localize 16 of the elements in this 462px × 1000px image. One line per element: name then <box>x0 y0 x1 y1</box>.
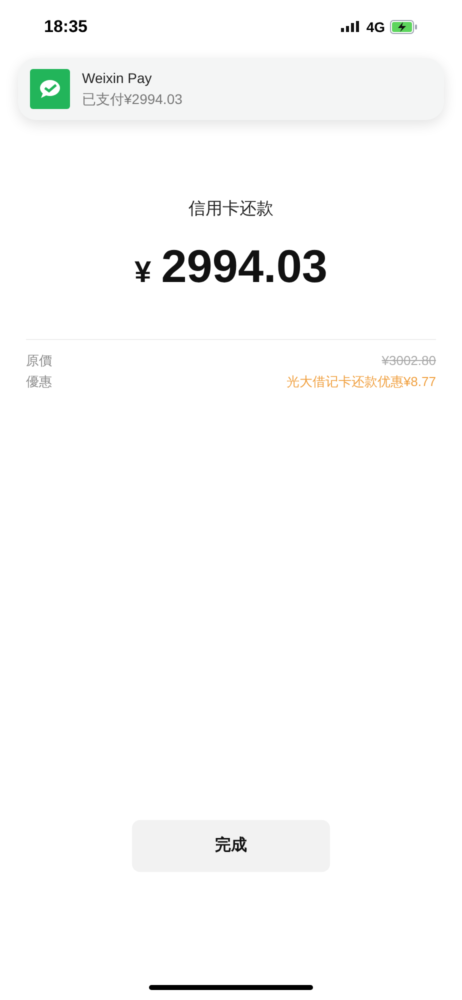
network-label: 4G <box>366 18 385 36</box>
detail-value: 光大借记卡还款优惠¥8.77 <box>286 372 436 390</box>
payment-amount: 2994.03 <box>161 238 328 294</box>
detail-label: 優惠 <box>26 372 52 390</box>
payment-title: 信用卡还款 <box>188 198 274 220</box>
notification-message: 已支付¥2994.03 <box>82 90 182 109</box>
detail-value: ¥3002.80 <box>382 352 436 370</box>
done-button[interactable]: 完成 <box>132 820 330 872</box>
notification-banner[interactable]: Weixin Pay 已支付¥2994.03 <box>18 58 444 120</box>
currency-symbol: ¥ <box>134 254 152 290</box>
status-time: 18:35 <box>44 16 88 38</box>
signal-icon <box>341 21 362 33</box>
detail-label: 原價 <box>26 352 52 370</box>
chat-bubble-app-icon <box>30 69 70 109</box>
notification-title: Weixin Pay <box>82 69 153 88</box>
battery-charging-icon <box>390 20 418 34</box>
